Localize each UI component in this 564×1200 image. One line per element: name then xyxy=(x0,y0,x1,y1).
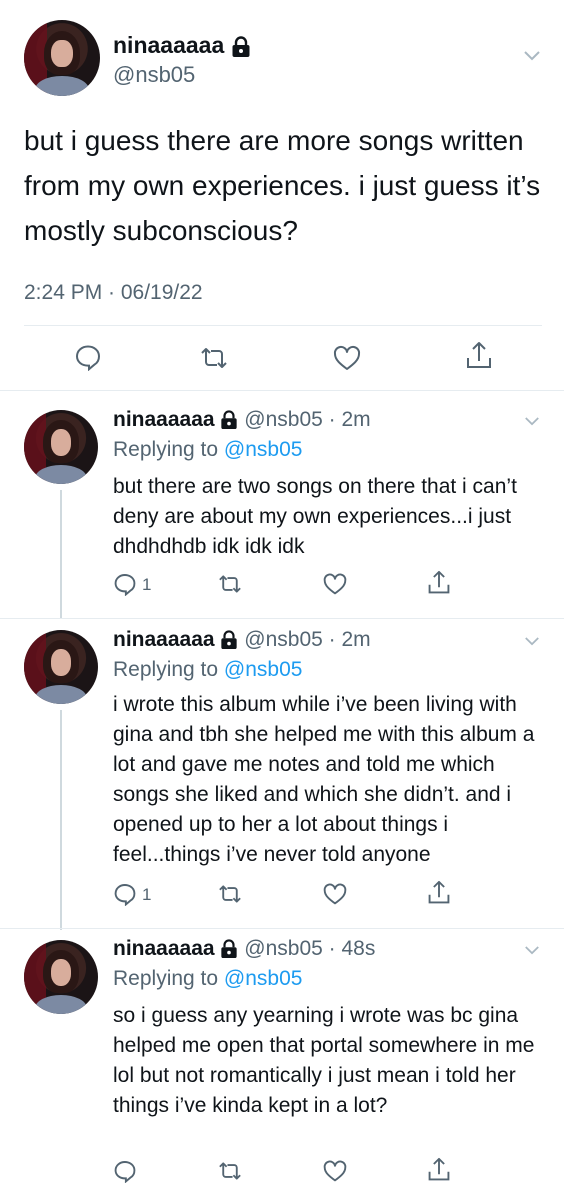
reply-count: 1 xyxy=(142,575,152,594)
display-name-text: ninaaaaaa xyxy=(113,32,225,58)
handle-time: @nsb05 · 2m xyxy=(244,408,371,431)
lock-icon xyxy=(221,410,238,430)
chevron-down-icon[interactable] xyxy=(523,50,541,62)
reply-icon[interactable] xyxy=(113,1159,137,1183)
retweet-icon[interactable] xyxy=(217,573,243,595)
handle-time: @nsb05 · 2m xyxy=(244,628,371,651)
chevron-down-icon[interactable] xyxy=(524,945,540,956)
lock-icon xyxy=(221,939,238,959)
replying-to: Replying to @nsb05 xyxy=(113,967,302,991)
replying-prefix: Replying to xyxy=(113,967,224,990)
retweet-icon[interactable] xyxy=(199,345,229,371)
display-name[interactable]: ninaaaaaa @nsb05 · 2m xyxy=(113,628,371,652)
divider xyxy=(0,928,564,929)
mention-link[interactable]: @nsb05 xyxy=(224,967,303,990)
tweet-text: but there are two songs on there that i … xyxy=(113,475,517,558)
avatar[interactable] xyxy=(24,630,98,704)
like-icon[interactable] xyxy=(322,1159,348,1183)
timestamp[interactable]: 2:24 PM · 06/19/22 xyxy=(24,281,203,305)
replying-to: Replying to @nsb05 xyxy=(113,658,302,682)
retweet-icon[interactable] xyxy=(217,883,243,905)
replying-to: Replying to @nsb05 xyxy=(113,438,302,462)
share-icon[interactable] xyxy=(427,1156,451,1184)
retweet-icon[interactable] xyxy=(217,1160,243,1182)
share-icon[interactable] xyxy=(465,340,493,372)
like-icon[interactable] xyxy=(322,572,348,596)
lock-icon xyxy=(221,630,238,650)
tweet-text: so i guess any yearning i wrote was bc g… xyxy=(113,1004,535,1117)
like-icon[interactable] xyxy=(322,882,348,906)
display-name[interactable]: ninaaaaaa @nsb05 · 48s xyxy=(113,937,375,961)
chevron-down-icon[interactable] xyxy=(524,416,540,427)
display-name[interactable]: ninaaaaaa xyxy=(113,32,251,59)
replying-prefix: Replying to xyxy=(113,658,224,681)
reply-icon[interactable] xyxy=(113,882,137,906)
mention-link[interactable]: @nsb05 xyxy=(224,658,303,681)
handle[interactable]: @nsb05 xyxy=(113,62,195,88)
reply-icon[interactable] xyxy=(74,343,102,371)
divider xyxy=(24,325,542,326)
display-name[interactable]: ninaaaaaa @nsb05 · 2m xyxy=(113,408,371,432)
chevron-down-icon[interactable] xyxy=(524,636,540,647)
share-icon[interactable] xyxy=(427,569,451,597)
thread-line xyxy=(60,710,62,930)
display-name-text: ninaaaaaa xyxy=(113,628,215,651)
handle-time: @nsb05 · 48s xyxy=(244,937,376,960)
reply-icon[interactable] xyxy=(113,572,137,596)
tweet-text: but i guess there are more songs written… xyxy=(24,125,541,246)
avatar[interactable] xyxy=(24,940,98,1014)
share-icon[interactable] xyxy=(427,879,451,907)
avatar[interactable] xyxy=(24,20,100,96)
divider xyxy=(0,390,564,391)
lock-icon xyxy=(232,36,250,57)
tweet-text: i wrote this album while i’ve been livin… xyxy=(113,693,535,866)
reply-count: 1 xyxy=(142,885,152,904)
like-icon[interactable] xyxy=(332,344,362,372)
replying-prefix: Replying to xyxy=(113,438,224,461)
thread-line xyxy=(60,490,62,618)
divider xyxy=(0,618,564,619)
avatar[interactable] xyxy=(24,410,98,484)
mention-link[interactable]: @nsb05 xyxy=(224,438,303,461)
display-name-text: ninaaaaaa xyxy=(113,937,215,960)
display-name-text: ninaaaaaa xyxy=(113,408,215,431)
